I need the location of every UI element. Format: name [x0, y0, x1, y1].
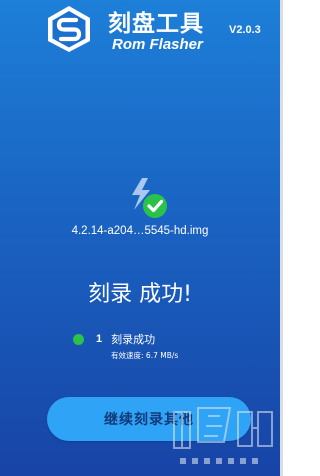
rom-flasher-logo-icon [48, 6, 90, 52]
flash-status-title: 刻录 成功! [88, 282, 192, 307]
rom-flasher-window: 刻盘工具 Rom Flasher V2.0.3 4.2.14-a204…5545… [0, 0, 283, 476]
success-status-dot-icon [73, 333, 84, 345]
image-filename: 4.2.14-a204…5545-hd.img [71, 225, 209, 237]
continue-flashing-button[interactable]: 继续刻录其他 [47, 397, 251, 441]
speed-row: 有效速度: 6.7 MB/s [111, 350, 178, 361]
device-status: 刻录成功 [111, 333, 156, 346]
checkmark-icon [143, 194, 167, 218]
device-result-row: 1 刻录成功 [73, 331, 155, 347]
window-right-border [280, 0, 283, 476]
speed-value: 6.7 MB/s [145, 351, 179, 360]
speed-label: 有效速度: [111, 351, 144, 360]
app-title-english: Rom Flasher [112, 36, 203, 53]
app-title-chinese: 刻盘工具 [108, 11, 204, 37]
version-label: V2.0.3 [229, 24, 261, 36]
device-number: 1 [96, 333, 103, 345]
flash-success-icon [132, 178, 167, 218]
